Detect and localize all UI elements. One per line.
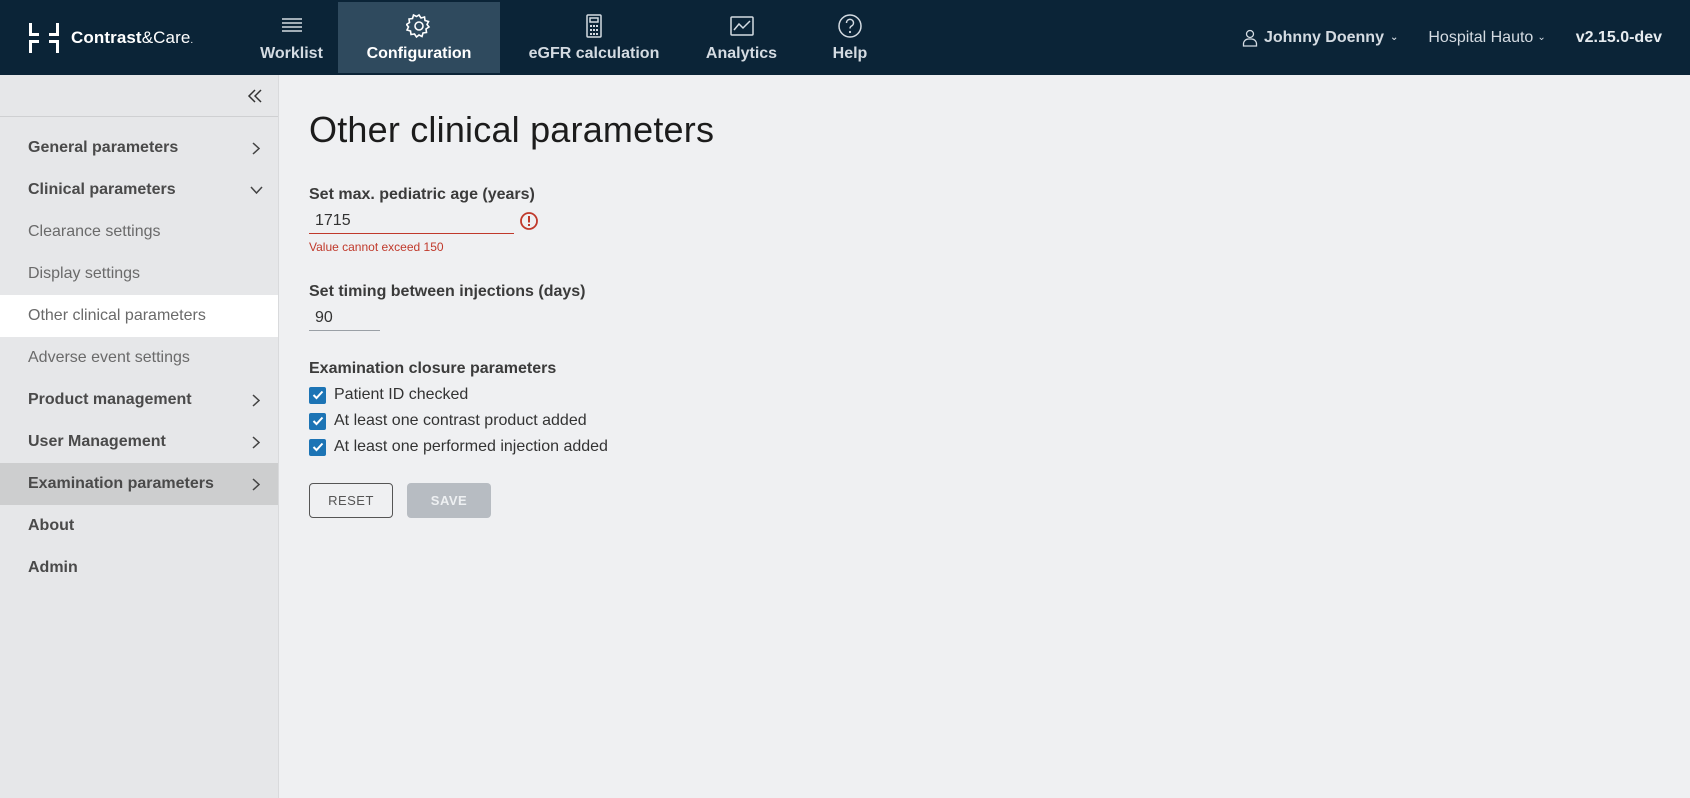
sidebar-item-adverse-event-settings[interactable]: Adverse event settings xyxy=(0,337,278,379)
sidebar-item-user-management[interactable]: User Management xyxy=(0,421,278,463)
sidebar-item-label: Other clinical parameters xyxy=(28,307,206,324)
sidebar-item-label: Product management xyxy=(28,391,192,408)
main-nav: Worklist Configuration eGFR calculation … xyxy=(245,0,905,75)
app-version: v2.15.0-dev xyxy=(1575,28,1662,46)
sidebar-item-display-settings[interactable]: Display settings xyxy=(0,253,278,295)
brand-name: Contrast&Care. xyxy=(71,27,194,47)
sidebar: General parameters Clinical parameters C… xyxy=(0,75,279,798)
pediatric-age-error: Value cannot exceed 150 xyxy=(309,240,444,254)
pediatric-age-field: Set max. pediatric age (years) Value can… xyxy=(309,186,714,254)
chevron-down-icon: ⌄ xyxy=(1537,32,1546,43)
performed-injection-checkbox[interactable] xyxy=(309,438,326,456)
calculator-icon xyxy=(586,13,602,38)
nav-analytics[interactable]: Analytics xyxy=(688,0,795,75)
closure-parameters-label: Examination closure parameters xyxy=(309,360,557,377)
reset-button[interactable]: RESET xyxy=(309,483,393,518)
injection-timing-label: Set timing between injections (days) xyxy=(309,283,586,300)
pediatric-age-input[interactable] xyxy=(309,208,514,234)
sidebar-item-examination-parameters[interactable]: Examination parameters xyxy=(0,463,278,505)
sidebar-item-label: Display settings xyxy=(28,265,141,282)
chart-icon xyxy=(729,15,754,36)
sidebar-item-label: About xyxy=(28,517,75,534)
sidebar-item-label: Examination parameters xyxy=(28,475,214,492)
sidebar-item-label: Adverse event settings xyxy=(28,349,190,366)
nav-worklist[interactable]: Worklist xyxy=(245,0,338,75)
sidebar-item-product-management[interactable]: Product management xyxy=(0,379,278,421)
sidebar-item-label: Admin xyxy=(28,559,78,576)
sidebar-item-label: User Management xyxy=(28,433,166,450)
save-button[interactable]: SAVE xyxy=(407,483,491,518)
double-chevron-left-icon xyxy=(247,89,262,103)
main-content: Other clinical parameters Set max. pedia… xyxy=(309,75,714,518)
chevron-down-icon: ⌄ xyxy=(1389,32,1399,43)
chevron-right-icon xyxy=(248,476,264,492)
sidebar-item-label: General parameters xyxy=(28,139,179,156)
checkmark-icon xyxy=(312,416,323,426)
injection-timing-field: Set timing between injections (days) xyxy=(309,283,714,331)
contrast-care-logo-icon xyxy=(29,22,59,53)
patient-id-checkbox[interactable] xyxy=(309,386,326,404)
sidebar-collapse-row xyxy=(0,75,278,117)
checkbox-label: Patient ID checked xyxy=(334,386,469,403)
pediatric-age-label: Set max. pediatric age (years) xyxy=(309,186,535,203)
sidebar-item-general-parameters[interactable]: General parameters xyxy=(0,127,278,169)
hospital-menu[interactable]: Hospital Hauto ⌄ xyxy=(1428,29,1545,47)
app-logo[interactable]: Contrast&Care. xyxy=(0,0,245,75)
help-icon xyxy=(838,13,862,38)
checkmark-icon xyxy=(312,442,323,452)
nav-configuration[interactable]: Configuration xyxy=(338,2,500,73)
checkmark-icon xyxy=(312,390,323,400)
user-menu[interactable]: Johnny Doenny ⌄ xyxy=(1242,29,1398,47)
closure-parameters: Examination closure parameters Patient I… xyxy=(309,360,714,456)
sidebar-item-label: Clinical parameters xyxy=(28,181,176,198)
sidebar-item-label: Clearance settings xyxy=(28,223,161,240)
sidebar-item-clinical-parameters[interactable]: Clinical parameters xyxy=(0,169,278,211)
closure-option-patient-id: Patient ID checked xyxy=(309,386,714,404)
chevron-right-icon xyxy=(248,392,264,408)
header-right: Johnny Doenny ⌄ Hospital Hauto ⌄ v2.15.0… xyxy=(1242,0,1690,75)
checkbox-label: At least one performed injection added xyxy=(334,438,608,455)
chevron-right-icon xyxy=(248,140,264,156)
nav-help-label: Help xyxy=(832,44,868,62)
user-name: Johnny Doenny xyxy=(1263,28,1384,46)
collapse-sidebar-button[interactable] xyxy=(244,85,266,107)
injection-timing-input[interactable] xyxy=(309,305,380,331)
closure-option-performed-injection: At least one performed injection added xyxy=(309,438,714,456)
nav-analytics-label: Analytics xyxy=(705,44,778,62)
sidebar-item-other-clinical-parameters[interactable]: Other clinical parameters xyxy=(0,295,278,337)
top-header: Contrast&Care. Worklist Configuration eG… xyxy=(0,0,1690,75)
closure-option-contrast-product: At least one contrast product added xyxy=(309,412,714,430)
hospital-name: Hospital Hauto xyxy=(1428,28,1534,46)
nav-egfr-calculation[interactable]: eGFR calculation xyxy=(500,0,688,75)
contrast-product-checkbox[interactable] xyxy=(309,412,326,430)
nav-help[interactable]: Help xyxy=(795,0,905,75)
checkbox-label: At least one contrast product added xyxy=(334,412,587,429)
error-icon xyxy=(520,212,538,230)
form-actions: RESET SAVE xyxy=(309,483,714,518)
chevron-down-icon xyxy=(248,182,264,198)
sidebar-item-about[interactable]: About xyxy=(0,505,278,547)
nav-egfr-label: eGFR calculation xyxy=(528,44,660,62)
sidebar-item-admin[interactable]: Admin xyxy=(0,547,278,589)
chevron-right-icon xyxy=(248,434,264,450)
sidebar-menu: General parameters Clinical parameters C… xyxy=(0,117,278,589)
nav-configuration-label: Configuration xyxy=(366,44,472,62)
page-title: Other clinical parameters xyxy=(309,109,715,150)
gear-icon xyxy=(406,13,431,38)
user-icon xyxy=(1242,29,1258,47)
nav-worklist-label: Worklist xyxy=(260,44,323,62)
sidebar-item-clearance-settings[interactable]: Clearance settings xyxy=(0,211,278,253)
list-icon xyxy=(281,17,302,32)
